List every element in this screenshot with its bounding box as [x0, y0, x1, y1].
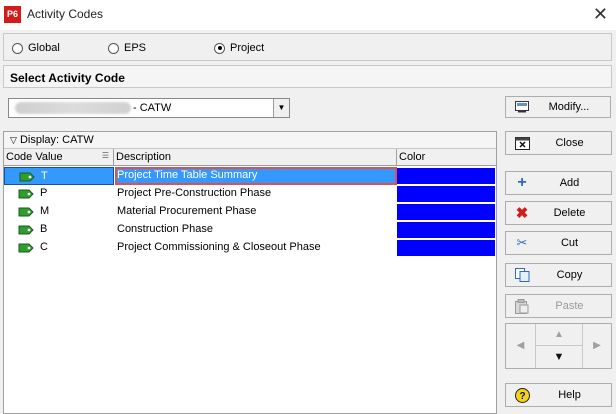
help-label: Help: [558, 389, 581, 401]
code-value: M: [40, 205, 50, 217]
description-cell[interactable]: Project Pre-Construction Phase: [115, 185, 397, 203]
code-value-cell[interactable]: B: [4, 221, 114, 239]
code-tag-icon: [18, 188, 35, 200]
title-bar: P6 Activity Codes ✕: [0, 0, 616, 30]
arrow-left-icon[interactable]: ◀: [506, 324, 536, 368]
radio-project[interactable]: Project: [214, 42, 264, 54]
description-cell[interactable]: Project Commissioning & Closeout Phase: [115, 239, 397, 257]
code-value: T: [41, 170, 48, 182]
chevron-down-icon[interactable]: ▼: [273, 99, 289, 117]
cut-label: Cut: [560, 237, 579, 249]
radio-global[interactable]: Global: [12, 42, 60, 54]
column-header-description[interactable]: Description: [114, 149, 397, 166]
move-arrow-pad: ◀ ▲ ▼ ▶: [505, 323, 612, 369]
select-activity-code-header: Select Activity Code: [3, 65, 612, 88]
activity-code-grid: ▽ Display: CATW Code Value ☰ Description…: [3, 131, 497, 414]
color-swatch[interactable]: [397, 186, 495, 202]
code-value-cell[interactable]: M: [4, 203, 114, 221]
activity-code-dropdown[interactable]: - CATW ▼: [8, 98, 290, 118]
modify-label: Modify...: [548, 101, 590, 113]
close-window-icon[interactable]: ✕: [593, 4, 608, 24]
add-label: Add: [559, 177, 580, 189]
column-header-label: Color: [399, 151, 426, 163]
code-tag-icon: [18, 242, 35, 254]
close-button[interactable]: Close: [505, 131, 612, 155]
scope-radio-group: Global EPS Project: [3, 33, 612, 61]
column-header-color[interactable]: Color: [397, 149, 496, 166]
color-swatch[interactable]: [397, 222, 495, 238]
code-value: C: [40, 241, 48, 253]
add-button[interactable]: + Add: [505, 171, 612, 195]
code-tag-icon: [18, 224, 35, 236]
table-row[interactable]: P Project Pre-Construction Phase: [4, 185, 496, 203]
radio-selected-icon[interactable]: [214, 42, 225, 54]
code-value-cell[interactable]: T: [4, 167, 114, 185]
column-header-label: Code Value: [6, 151, 63, 163]
p6-app-icon: P6: [4, 6, 21, 23]
modify-button[interactable]: Modify...: [505, 96, 611, 118]
close-label: Close: [555, 137, 584, 149]
copy-label: Copy: [556, 269, 583, 281]
code-value: P: [40, 187, 48, 199]
code-value-cell[interactable]: P: [4, 185, 114, 203]
description-cell[interactable]: Material Procurement Phase: [115, 203, 397, 221]
help-button[interactable]: ? Help: [505, 383, 612, 407]
column-header-code-value[interactable]: Code Value ☰: [4, 149, 114, 166]
color-swatch[interactable]: [397, 240, 495, 256]
display-bar[interactable]: ▽ Display: CATW: [4, 132, 496, 149]
code-tag-icon: [18, 206, 35, 218]
color-swatch[interactable]: [397, 204, 495, 220]
table-row[interactable]: M Material Procurement Phase: [4, 203, 496, 221]
radio-icon[interactable]: [108, 42, 119, 54]
display-label: Display: CATW: [19, 134, 94, 146]
description-cell[interactable]: Construction Phase: [115, 221, 397, 239]
sort-icon[interactable]: ☰: [102, 151, 109, 160]
cut-button[interactable]: ✂ Cut: [505, 231, 612, 255]
paste-label: Paste: [555, 300, 584, 312]
radio-eps-label: EPS: [124, 42, 147, 54]
grid-header: Code Value ☰ Description Color: [4, 149, 496, 166]
table-row[interactable]: T Project Time Table Summary: [4, 167, 496, 185]
arrow-right-icon[interactable]: ▶: [582, 324, 611, 368]
column-header-label: Description: [116, 151, 172, 163]
paste-button[interactable]: Paste: [505, 294, 612, 318]
radio-eps[interactable]: EPS: [108, 42, 146, 54]
window-title: Activity Codes: [27, 7, 104, 21]
arrow-down-icon[interactable]: ▼: [536, 346, 582, 368]
delete-button[interactable]: ✖ Delete: [505, 201, 612, 225]
delete-label: Delete: [553, 207, 586, 219]
code-value-cell[interactable]: C: [4, 239, 114, 257]
radio-project-label: Project: [230, 42, 265, 54]
activity-code-selected-value: - CATW: [133, 102, 172, 114]
color-swatch[interactable]: [397, 168, 495, 184]
chevron-down-icon[interactable]: ▽: [10, 135, 17, 145]
grid-rows: T Project Time Table Summary P Project P…: [4, 167, 496, 257]
description-cell[interactable]: Project Time Table Summary: [115, 167, 397, 185]
table-row[interactable]: C Project Commissioning & Closeout Phase: [4, 239, 496, 257]
code-tag-icon: [19, 171, 36, 183]
redacted-project-name: [15, 102, 131, 114]
table-row[interactable]: B Construction Phase: [4, 221, 496, 239]
radio-icon[interactable]: [12, 42, 23, 54]
copy-button[interactable]: Copy: [505, 263, 612, 287]
arrow-up-icon[interactable]: ▲: [536, 324, 582, 346]
code-value: B: [40, 223, 48, 235]
radio-global-label: Global: [28, 42, 60, 54]
